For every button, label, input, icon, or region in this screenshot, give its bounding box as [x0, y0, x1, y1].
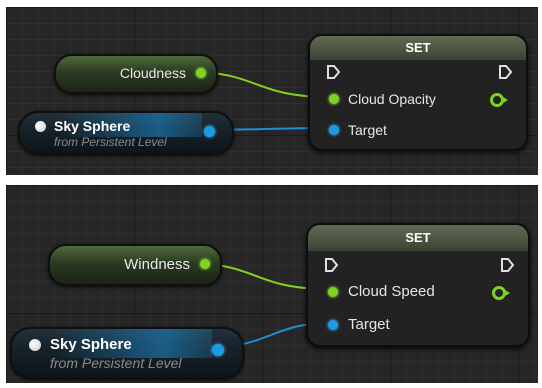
actor-reference-icon: [35, 121, 46, 132]
object-output-pin[interactable]: [204, 126, 215, 137]
windness-variable-node[interactable]: Windness: [48, 244, 222, 286]
cloud-speed-pin-label: Cloud Speed: [348, 283, 435, 300]
blueprint-graph-2[interactable]: Windness Sky Sphere from Persistent Leve…: [6, 185, 538, 383]
blueprint-graph-1[interactable]: Cloudness Sky Sphere from Persistent Lev…: [6, 7, 538, 175]
sky-sphere-reference-node[interactable]: Sky Sphere from Persistent Level: [10, 327, 244, 379]
float-output-pin[interactable]: [196, 68, 206, 78]
actor-reference-icon: [29, 339, 41, 351]
exec-input-pin[interactable]: [326, 64, 340, 80]
object-output-pin[interactable]: [212, 344, 224, 356]
cloudness-variable-node[interactable]: Cloudness: [54, 54, 218, 94]
target-pin-label: Target: [348, 316, 390, 333]
reference-title: Sky Sphere: [50, 336, 132, 353]
exec-input-pin[interactable]: [324, 257, 338, 273]
float-output-pin[interactable]: [492, 286, 510, 300]
float-output-pin[interactable]: [490, 93, 508, 107]
set-node-header: SET: [310, 36, 526, 60]
sky-sphere-reference-node[interactable]: Sky Sphere from Persistent Level: [18, 111, 234, 155]
target-input-pin[interactable]: [329, 125, 339, 135]
exec-output-pin[interactable]: [498, 64, 512, 80]
set-cloud-opacity-node[interactable]: SET Cloud Opacity Target: [308, 34, 528, 151]
exec-output-pin[interactable]: [500, 257, 514, 273]
reference-subtitle: from Persistent Level: [50, 355, 182, 371]
float-output-pin[interactable]: [200, 259, 210, 269]
target-input-pin[interactable]: [328, 320, 338, 330]
variable-label: Windness: [124, 256, 190, 273]
variable-label: Cloudness: [119, 65, 186, 81]
cloud-speed-input-pin[interactable]: [328, 287, 338, 297]
reference-subtitle: from Persistent Level: [54, 135, 167, 149]
set-cloud-speed-node[interactable]: SET Cloud Speed Target: [306, 223, 530, 347]
set-node-header: SET: [308, 225, 528, 251]
target-pin-label: Target: [348, 122, 387, 138]
cloud-opacity-input-pin[interactable]: [329, 94, 339, 104]
cloud-opacity-pin-label: Cloud Opacity: [348, 91, 436, 107]
reference-title: Sky Sphere: [54, 118, 131, 134]
